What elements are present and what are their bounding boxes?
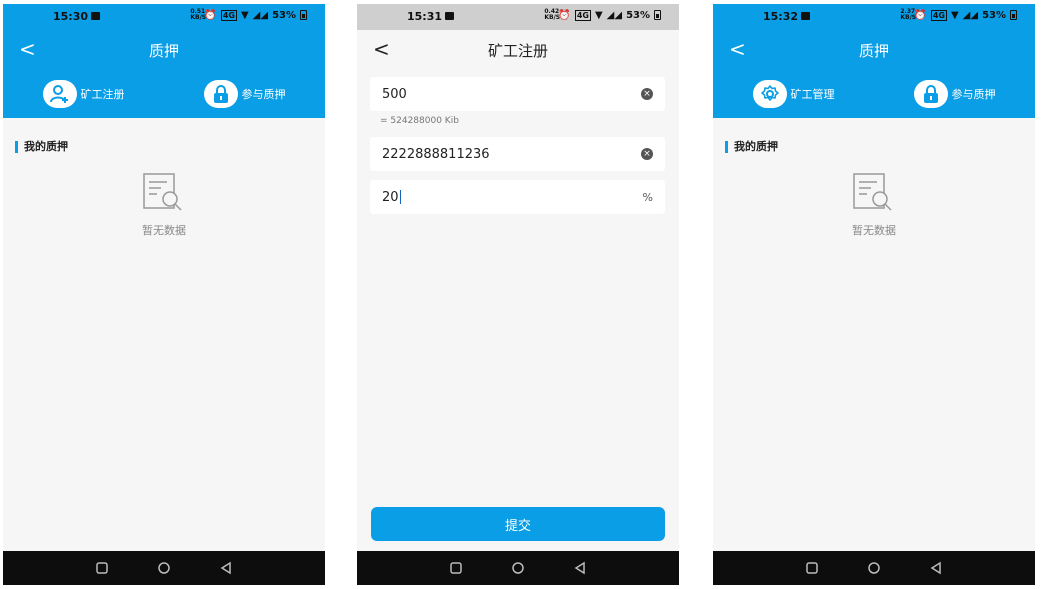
action-label: 矿工管理 — [790, 88, 835, 101]
back-nav-icon[interactable] — [929, 561, 943, 575]
volte-icon: 4G — [574, 9, 591, 21]
empty-text: 暂无数据 — [142, 224, 186, 237]
alarm-icon: ⏰ — [558, 9, 571, 21]
wifi-icon: ▼ — [950, 9, 959, 21]
battery-icon — [300, 10, 307, 20]
back-nav-icon[interactable] — [219, 561, 233, 575]
page-title: 矿工注册 — [487, 41, 548, 60]
action-label: 参与质押 — [951, 88, 996, 101]
empty-state: 暂无数据 — [713, 172, 1035, 238]
join-stake-button[interactable]: 参与质押 — [874, 70, 1035, 118]
action-label: 参与质押 — [241, 88, 286, 101]
header: < 质押 — [3, 30, 325, 70]
home-icon[interactable] — [867, 561, 881, 575]
network-speed: 0.51 KB/S — [190, 9, 206, 21]
home-icon[interactable] — [511, 561, 525, 575]
volte-icon: 4G — [220, 9, 237, 21]
status-bar: 15:30 0.51 KB/S ⏰ 4G ▼ ◢◢ 53% — [3, 4, 325, 30]
back-icon[interactable]: < — [373, 38, 390, 60]
header: < 质押 — [713, 30, 1035, 70]
empty-state: 暂无数据 — [3, 172, 325, 238]
capacity-value: 500 — [382, 86, 407, 102]
amount-value: 2222888811236 — [382, 146, 490, 162]
percent-suffix: % — [642, 190, 653, 204]
clear-icon[interactable]: × — [641, 88, 653, 100]
battery-level: 53% — [982, 9, 1006, 21]
percentage-field[interactable]: 20 % — [370, 180, 665, 214]
lock-icon — [913, 80, 948, 108]
page-title: 质押 — [858, 41, 889, 60]
percentage-value: 20 — [382, 189, 399, 205]
join-stake-button[interactable]: 参与质押 — [164, 70, 325, 118]
system-nav-bar — [357, 551, 679, 585]
screen-stake-1: 15:30 0.51 KB/S ⏰ 4G ▼ ◢◢ 53% < 质押 矿工注册 参… — [3, 4, 325, 585]
battery-icon — [654, 10, 661, 20]
miner-manage-button[interactable]: 矿工管理 — [713, 70, 874, 118]
header: < 矿工注册 — [357, 30, 679, 70]
system-nav-bar — [3, 551, 325, 585]
battery-icon — [1010, 10, 1017, 20]
signal-icon: ◢◢ — [606, 9, 623, 21]
gallery-icon — [91, 12, 100, 20]
section-title: 我的质押 — [15, 141, 68, 153]
gear-icon — [752, 80, 787, 108]
screen-stake-2: 15:32 2.37 KB/S ⏰ 4G ▼ ◢◢ 53% < 质押 矿工管理 参… — [713, 4, 1035, 585]
wifi-icon: ▼ — [240, 9, 249, 21]
clear-icon[interactable]: × — [641, 148, 653, 160]
empty-text: 暂无数据 — [852, 224, 896, 237]
recents-icon[interactable] — [805, 561, 819, 575]
empty-document-icon — [853, 173, 892, 211]
gallery-icon — [445, 12, 454, 20]
back-icon[interactable]: < — [19, 38, 36, 60]
text-cursor — [399, 190, 401, 204]
section-title: 我的质押 — [725, 141, 778, 153]
capacity-field[interactable]: 500 × — [370, 77, 665, 111]
empty-document-icon — [143, 173, 182, 211]
back-nav-icon[interactable] — [573, 561, 587, 575]
signal-icon: ◢◢ — [252, 9, 269, 21]
status-bar: 15:31 0.42 KB/S ⏰ 4G ▼ ◢◢ 53% — [357, 4, 679, 30]
page-title: 质押 — [148, 41, 179, 60]
status-icons: 0.42 KB/S ⏰ 4G ▼ ◢◢ 53% — [544, 9, 661, 21]
alarm-icon: ⏰ — [914, 9, 927, 21]
percentage-input: 20 — [382, 190, 643, 205]
wifi-icon: ▼ — [594, 9, 603, 21]
alarm-icon: ⏰ — [204, 9, 217, 21]
submit-button[interactable]: 提交 — [371, 507, 665, 541]
recents-icon[interactable] — [449, 561, 463, 575]
capacity-hint: = 524288000 Kib — [380, 116, 459, 126]
amount-field[interactable]: 2222888811236 × — [370, 137, 665, 171]
screen-miner-register: 15:31 0.42 KB/S ⏰ 4G ▼ ◢◢ 53% < 矿工注册 500 … — [357, 4, 679, 585]
action-bar: 矿工管理 参与质押 — [713, 70, 1035, 118]
status-time: 15:32 — [763, 10, 799, 23]
lock-icon — [203, 80, 238, 108]
action-label: 矿工注册 — [80, 88, 125, 101]
status-time: 15:31 — [407, 10, 443, 23]
volte-icon: 4G — [930, 9, 947, 21]
home-icon[interactable] — [157, 561, 171, 575]
signal-icon: ◢◢ — [962, 9, 979, 21]
user-add-icon — [42, 80, 77, 108]
gallery-icon — [801, 12, 810, 20]
status-icons: 2.37 KB/S ⏰ 4G ▼ ◢◢ 53% — [900, 9, 1017, 21]
battery-level: 53% — [626, 9, 650, 21]
network-speed: 2.37 KB/S — [900, 9, 916, 21]
status-time: 15:30 — [53, 10, 89, 23]
status-bar: 15:32 2.37 KB/S ⏰ 4G ▼ ◢◢ 53% — [713, 4, 1035, 30]
action-bar: 矿工注册 参与质押 — [3, 70, 325, 118]
battery-level: 53% — [272, 9, 296, 21]
system-nav-bar — [713, 551, 1035, 585]
status-icons: 0.51 KB/S ⏰ 4G ▼ ◢◢ 53% — [190, 9, 307, 21]
miner-register-button[interactable]: 矿工注册 — [3, 70, 164, 118]
network-speed: 0.42 KB/S — [544, 9, 560, 21]
recents-icon[interactable] — [95, 561, 109, 575]
back-icon[interactable]: < — [729, 38, 746, 60]
